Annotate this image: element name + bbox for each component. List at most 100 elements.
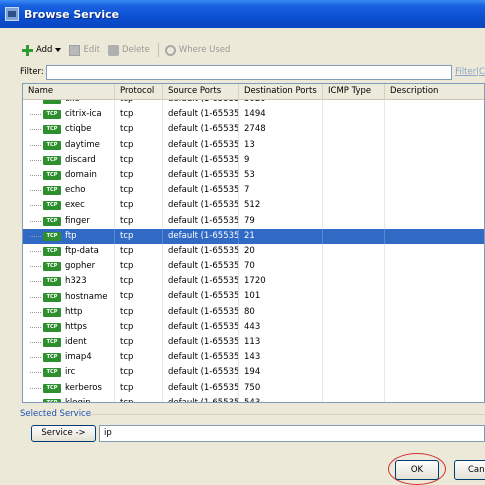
cell-destination-ports: 512	[239, 198, 323, 213]
tree-connector	[30, 221, 41, 222]
cell-destination-ports: 20	[239, 244, 323, 259]
cell-protocol: tcp	[115, 244, 163, 259]
cell-protocol: tcp	[115, 138, 163, 153]
table-row[interactable]: TCPdaytimetcpdefault (1-65535)13	[23, 138, 485, 153]
table-row[interactable]: TCPh323tcpdefault (1-65535)1720	[23, 274, 485, 289]
cell-name: TCPexec	[23, 198, 115, 213]
cell-source-ports: default (1-65535)	[163, 396, 239, 402]
tree-connector	[30, 312, 41, 313]
cell-protocol: tcp	[115, 214, 163, 229]
cell-name: TCPklogin	[23, 396, 115, 402]
add-button[interactable]: Add	[22, 45, 61, 56]
selected-service-field[interactable]: ip	[99, 425, 485, 442]
service-name: cifs	[65, 100, 79, 107]
table-body: TCPcifstcpdefault (1-65535)3020TCPcitrix…	[23, 100, 485, 402]
table-row[interactable]: TCPhostnametcpdefault (1-65535)101	[23, 289, 485, 304]
cell-protocol: tcp	[115, 168, 163, 183]
cell-name: TCPhttp	[23, 305, 115, 320]
cell-source-ports: default (1-65535)	[163, 259, 239, 274]
cell-name: TCPcitrix-ica	[23, 107, 115, 122]
column-header-name[interactable]: Name	[23, 84, 115, 100]
cell-destination-ports: 101	[239, 289, 323, 304]
table-row[interactable]: TCPfingertcpdefault (1-65535)79	[23, 214, 485, 229]
cell-icmp-type	[323, 138, 385, 153]
filter-link[interactable]: Filter|C	[455, 67, 485, 77]
cell-destination-ports: 7	[239, 183, 323, 198]
tree-connector	[30, 251, 41, 252]
table-row[interactable]: TCPklogintcpdefault (1-65535)543	[23, 396, 485, 402]
cell-protocol: tcp	[115, 122, 163, 137]
column-header-source-ports[interactable]: Source Ports	[163, 84, 239, 100]
toolbar: Add Edit Delete Where Used	[22, 40, 238, 60]
cell-description	[385, 381, 485, 396]
table-row[interactable]: TCPcifstcpdefault (1-65535)3020	[23, 100, 485, 107]
table-row[interactable]: TCPdomaintcpdefault (1-65535)53	[23, 168, 485, 183]
filter-label: Filter:	[20, 67, 46, 77]
column-header-destination-ports[interactable]: Destination Ports	[239, 84, 323, 100]
cell-icmp-type	[323, 320, 385, 335]
cell-protocol: tcp	[115, 320, 163, 335]
cell-protocol: tcp	[115, 229, 163, 244]
cell-name: TCPdiscard	[23, 153, 115, 168]
cell-destination-ports: 3020	[239, 100, 323, 107]
table-row[interactable]: TCPhttptcpdefault (1-65535)80	[23, 305, 485, 320]
table-row[interactable]: TCPgophertcpdefault (1-65535)70	[23, 259, 485, 274]
tree-connector	[30, 281, 41, 282]
table-row[interactable]: TCPimap4tcpdefault (1-65535)143	[23, 350, 485, 365]
table-row[interactable]: TCPkerberostcpdefault (1-65535)750	[23, 381, 485, 396]
column-header-description[interactable]: Description	[385, 84, 485, 100]
cell-source-ports: default (1-65535)	[163, 244, 239, 259]
table-row[interactable]: TCPctiqbetcpdefault (1-65535)2748	[23, 122, 485, 137]
delete-button[interactable]: Delete	[108, 45, 150, 56]
table-row[interactable]: TCPftptcpdefault (1-65535)21	[23, 229, 485, 244]
table-row[interactable]: TCP ftp-data tcpdefault (1-65535)20	[23, 244, 485, 259]
table-row[interactable]: TCPechotcpdefault (1-65535)7	[23, 183, 485, 198]
cancel-button[interactable]: Cancel	[454, 460, 485, 480]
cell-source-ports: default (1-65535)	[163, 168, 239, 183]
table-row[interactable]: TCPirctcpdefault (1-65535)194	[23, 365, 485, 380]
cell-protocol: tcp	[115, 350, 163, 365]
tcp-service-icon: TCP	[43, 100, 61, 104]
tcp-service-icon: TCP	[43, 262, 61, 271]
service-name: finger	[65, 214, 90, 229]
cell-icmp-type	[323, 289, 385, 304]
filter-input[interactable]	[46, 65, 452, 80]
table-row[interactable]: TCPhttpstcpdefault (1-65535)443	[23, 320, 485, 335]
where-used-button[interactable]: Where Used	[165, 45, 231, 56]
table-row[interactable]: TCPdiscardtcpdefault (1-65535)9	[23, 153, 485, 168]
cell-source-ports: default (1-65535)	[163, 229, 239, 244]
services-table: Name Protocol Source Ports Destination P…	[22, 83, 485, 403]
cell-icmp-type	[323, 396, 385, 402]
service-name: ftp-data	[65, 244, 99, 259]
edit-button[interactable]: Edit	[69, 45, 99, 56]
table-row[interactable]: TCPexectcpdefault (1-65535)512	[23, 198, 485, 213]
tcp-service-icon: TCP	[43, 156, 61, 165]
cell-name: TCP finger	[23, 214, 115, 229]
table-row[interactable]: TCPcitrix-icatcpdefault (1-65535)1494	[23, 107, 485, 122]
tcp-service-icon: TCP	[43, 217, 61, 226]
service-add-button[interactable]: Service ->	[31, 425, 96, 442]
tcp-service-icon: TCP	[43, 247, 61, 256]
cell-description	[385, 274, 485, 289]
cell-destination-ports: 113	[239, 335, 323, 350]
cell-icmp-type	[323, 365, 385, 380]
cell-protocol: tcp	[115, 305, 163, 320]
cell-name: TCP cifs	[23, 100, 115, 107]
chevron-down-icon	[55, 48, 61, 52]
cell-source-ports: default (1-65535)	[163, 320, 239, 335]
tcp-service-icon: TCP	[43, 293, 61, 302]
cell-icmp-type	[323, 153, 385, 168]
cell-name: TCPimap4	[23, 350, 115, 365]
table-row[interactable]: TCPidenttcpdefault (1-65535)113	[23, 335, 485, 350]
cell-description	[385, 122, 485, 137]
column-header-icmp-type[interactable]: ICMP Type	[323, 84, 385, 100]
cell-destination-ports: 194	[239, 365, 323, 380]
cell-name: TCPirc	[23, 365, 115, 380]
ok-button[interactable]: OK	[395, 460, 439, 480]
tcp-service-icon: TCP	[43, 384, 61, 393]
tcp-service-icon: TCP	[43, 232, 61, 241]
column-header-protocol[interactable]: Protocol	[115, 84, 163, 100]
cell-icmp-type	[323, 350, 385, 365]
cell-description	[385, 335, 485, 350]
window-title: Browse Service	[24, 8, 119, 21]
